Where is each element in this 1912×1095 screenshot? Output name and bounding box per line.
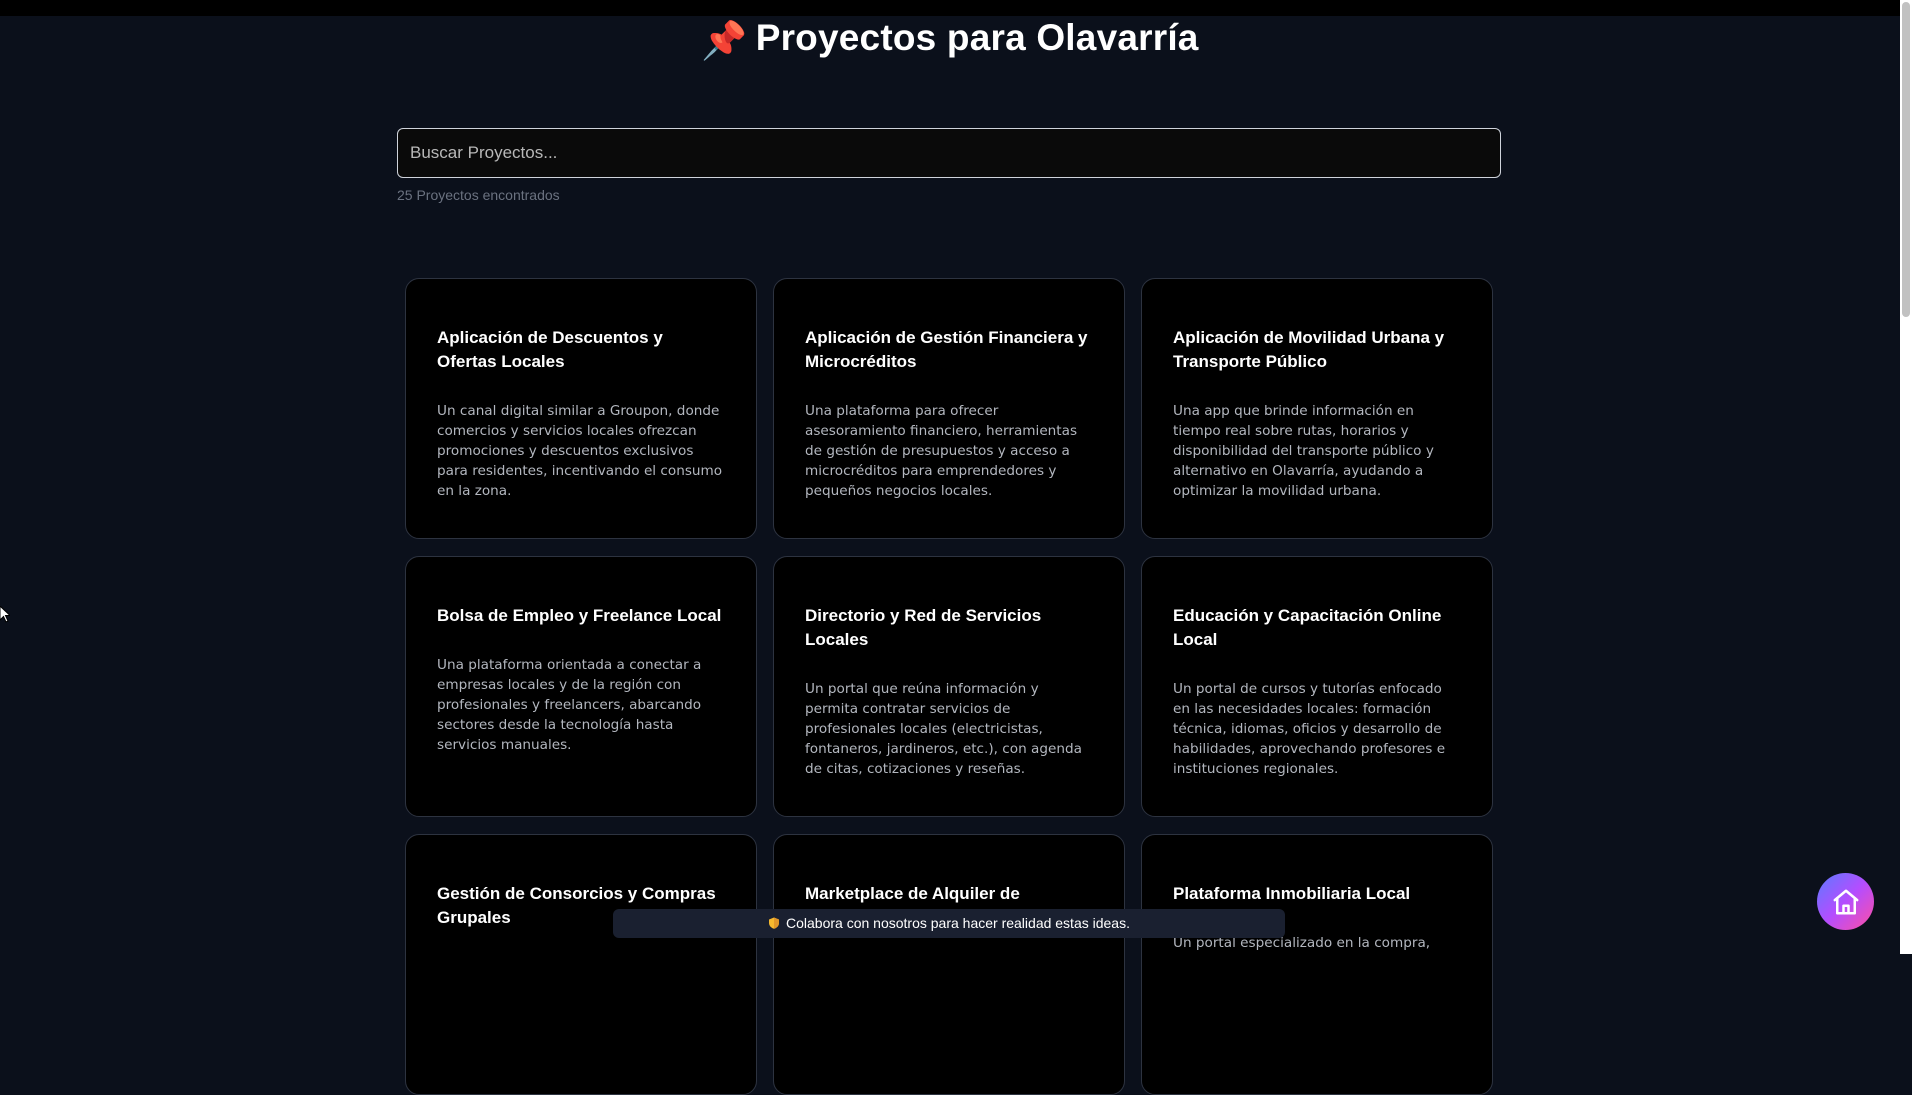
project-card-title: Aplicación de Gestión Financiera y Micro… [805,328,1088,371]
search-input[interactable] [397,128,1501,178]
project-card[interactable]: Plataforma Inmobiliaria Local Un portal … [1141,834,1493,1095]
project-card[interactable]: Educación y Capacitación Online Local Un… [1141,556,1493,817]
project-card[interactable]: Directorio y Red de Servicios Locales Un… [773,556,1125,817]
project-card-title: Aplicación de Descuentos y Ofertas Local… [437,328,663,371]
home-button[interactable] [1817,873,1874,930]
scrollbar[interactable] [1900,0,1912,954]
pushpin-icon: 📌 [701,20,748,61]
page-title-text: Proyectos para Olavarría [755,17,1199,58]
project-card[interactable]: Aplicación de Movilidad Urbana y Transpo… [1141,278,1493,539]
project-card[interactable]: Bolsa de Empleo y Freelance Local Una pl… [405,556,757,817]
project-card-description: Un canal digital similar a Groupon, dond… [437,403,723,499]
project-card-description: Una app que brinde información en tiempo… [1173,403,1434,499]
project-card[interactable]: Marketplace de Alquiler de [773,834,1125,1095]
project-card-title: Marketplace de Alquiler de [805,884,1020,903]
project-card[interactable]: Aplicación de Descuentos y Ofertas Local… [405,278,757,539]
project-card-description: Una plataforma para ofrecer asesoramient… [805,403,1078,499]
project-card[interactable]: Aplicación de Gestión Financiera y Micro… [773,278,1125,539]
project-card-description: Una plataforma orientada a conectar a em… [437,657,702,753]
project-card-title: Plataforma Inmobiliaria Local [1173,884,1411,903]
project-card-title: Directorio y Red de Servicios Locales [805,606,1042,649]
results-count: 25 Proyectos encontrados [397,187,560,203]
page-title: 📌 Proyectos para Olavarría [0,14,1900,62]
scrollbar-thumb[interactable] [1902,2,1910,317]
project-card-description: Un portal de cursos y tutorías enfocado … [1173,681,1446,777]
collaborate-banner-text: Colabora con nosotros para hacer realida… [786,915,1130,931]
shield-icon [769,917,779,929]
project-card-title: Bolsa de Empleo y Freelance Local [437,606,722,625]
project-card[interactable]: Gestión de Consorcios y Compras Grupales [405,834,757,1095]
mouse-cursor-icon [0,606,10,623]
collaborate-banner: Colabora con nosotros para hacer realida… [613,909,1285,938]
project-card-title: Educación y Capacitación Online Local [1173,606,1442,649]
project-card-title: Aplicación de Movilidad Urbana y Transpo… [1173,328,1445,371]
home-icon [1833,889,1858,914]
project-card-description: Un portal que reúna información y permit… [805,681,1082,777]
